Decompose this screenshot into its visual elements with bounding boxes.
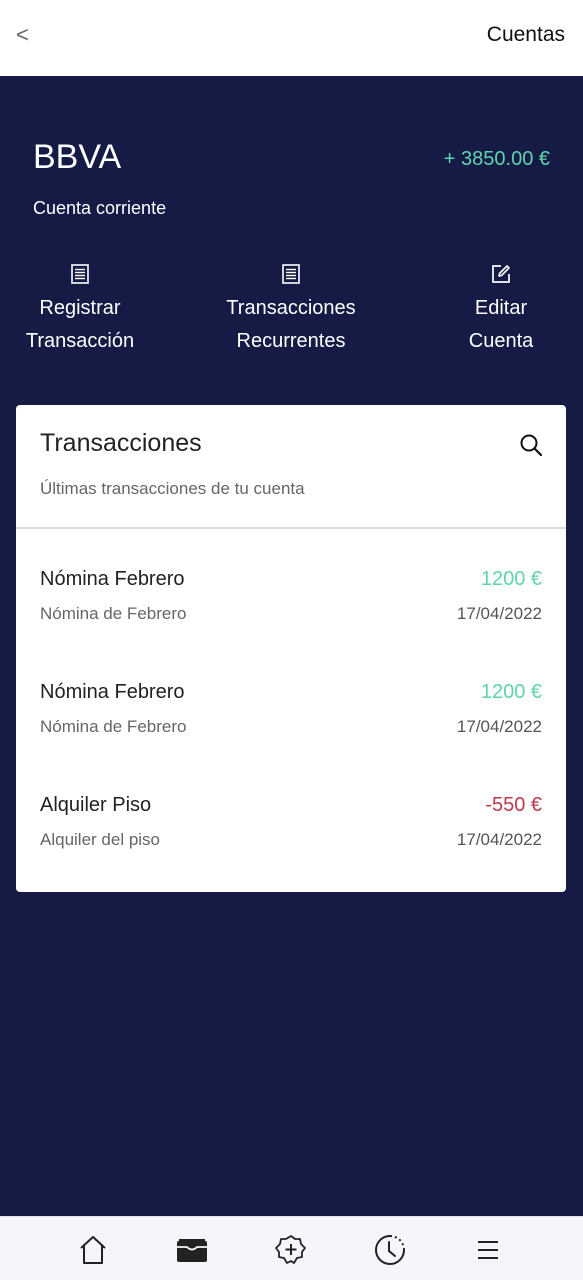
transactions-card: Transacciones Últimas transacciones de t… (16, 405, 566, 892)
wallet-icon[interactable] (175, 1233, 209, 1267)
recurring-transactions-label: Transacciones Recurrentes (226, 297, 356, 352)
transaction-title: Nómina Febrero (40, 681, 185, 703)
transaction-description: Alquiler del piso (40, 830, 161, 849)
transactions-subtitle: Últimas transacciones de tu cuenta (40, 479, 305, 498)
transaction-amount: 1200 € (480, 681, 542, 703)
list-icon (282, 264, 300, 284)
transaction-date: 17/04/2022 (456, 830, 542, 849)
register-transaction-label: Registrar Transacción (25, 297, 135, 352)
account-name: BBVA (33, 138, 122, 176)
transaction-row[interactable]: Nómina Febrero Nómina de Febrero 1200 € … (16, 568, 566, 658)
transaction-date: 17/04/2022 (456, 717, 542, 736)
list-icon (71, 264, 89, 284)
edit-account-button[interactable]: Editar Cuenta (416, 262, 583, 358)
transaction-description: Nómina de Febrero (40, 604, 187, 623)
transaction-row[interactable]: Alquiler Piso Alquiler del piso -550 € 1… (16, 794, 566, 884)
account-balance: + 3850.00 € (443, 148, 550, 170)
account-detail: BBVA + 3850.00 € Cuenta corriente Regist… (0, 76, 583, 1216)
recurring-transactions-button[interactable]: Transacciones Recurrentes (206, 262, 376, 358)
edit-icon (492, 265, 510, 283)
history-icon[interactable] (373, 1233, 407, 1267)
transaction-title: Nómina Febrero (40, 568, 185, 590)
bottom-nav (0, 1216, 583, 1280)
edit-account-label: Editar Cuenta (468, 297, 534, 352)
top-bar: < Cuentas (0, 0, 583, 76)
home-icon[interactable] (76, 1233, 110, 1267)
register-transaction-button[interactable]: Registrar Transacción (0, 262, 165, 358)
transaction-amount: -550 € (485, 794, 542, 816)
divider (16, 527, 566, 529)
page-title: Cuentas (486, 23, 565, 46)
transactions-title: Transacciones (40, 429, 202, 457)
add-circle-icon[interactable] (274, 1233, 308, 1267)
transaction-date: 17/04/2022 (456, 604, 542, 623)
transaction-row[interactable]: Nómina Febrero Nómina de Febrero 1200 € … (16, 681, 566, 771)
transaction-title: Alquiler Piso (40, 794, 152, 816)
search-icon[interactable] (518, 432, 544, 458)
menu-icon[interactable] (471, 1233, 505, 1267)
back-button[interactable]: < (16, 22, 29, 48)
transaction-amount: 1200 € (480, 568, 542, 590)
account-type: Cuenta corriente (33, 198, 167, 218)
transaction-description: Nómina de Febrero (40, 717, 187, 736)
